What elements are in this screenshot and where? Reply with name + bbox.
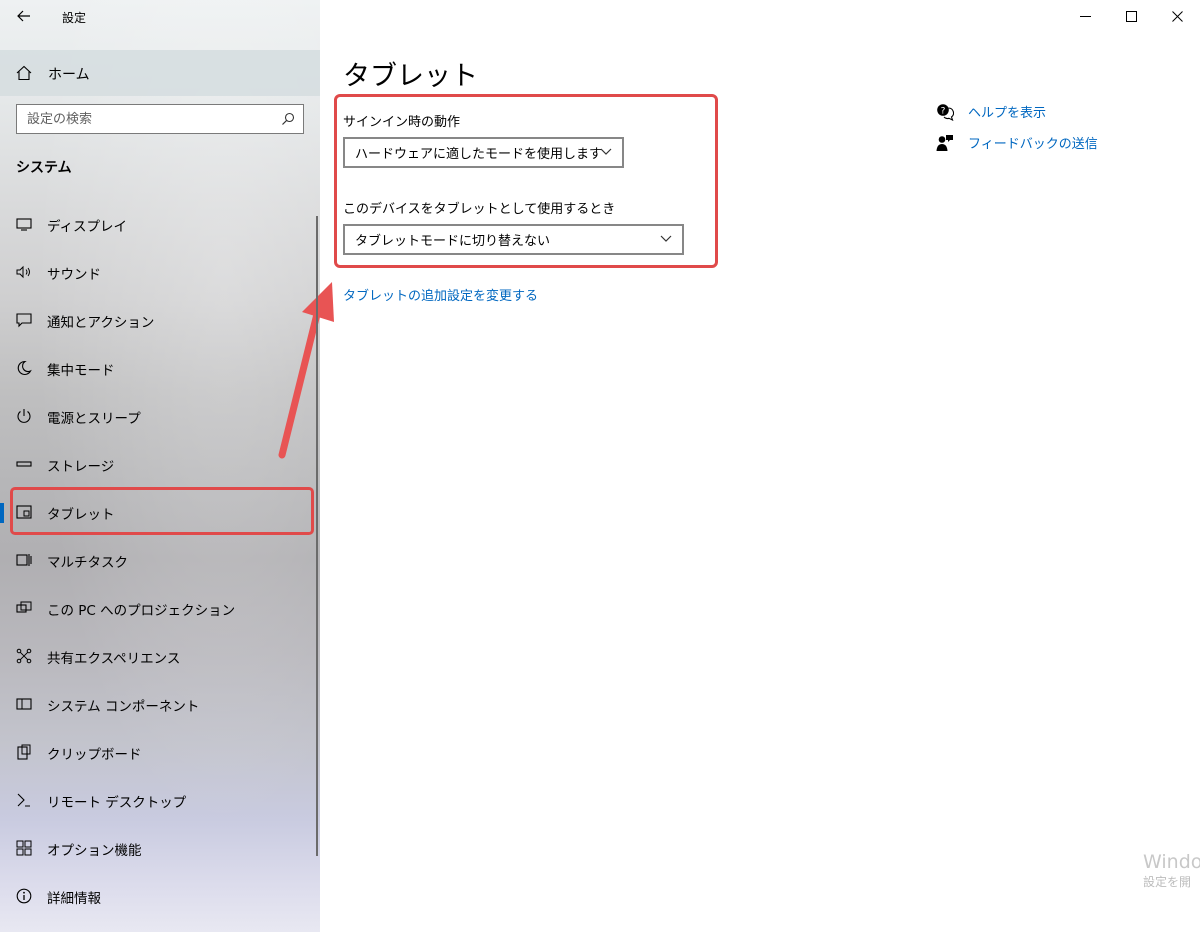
section-label-system: システム [16, 160, 72, 176]
send-feedback-label: フィードバックの送信 [968, 137, 1098, 152]
sidebar-item-optional-features[interactable]: オプション機能 [0, 824, 320, 872]
component-icon [16, 698, 32, 710]
sidebar-item-clipboard[interactable]: クリップボード [0, 728, 320, 776]
sidebar-item-system-components[interactable]: システム コンポーネント [0, 680, 320, 728]
minimize-button[interactable] [1062, 0, 1108, 32]
sidebar-scrollbar[interactable] [316, 216, 318, 856]
sidebar-item-sound[interactable]: サウンド [0, 248, 320, 296]
info-icon [16, 888, 32, 904]
minimize-icon [1079, 15, 1091, 17]
remote-icon [17, 793, 30, 807]
storage-icon [16, 461, 32, 467]
activation-watermark: Windo 設定を開 [1143, 850, 1200, 890]
sidebar: 設定 ホーム システム ディスプレイ サウンド 通知とアクション 集中モード [0, 0, 320, 932]
sidebar-item-remote-desktop[interactable]: リモート デスクトップ [0, 776, 320, 824]
sidebar-item-display[interactable]: ディスプレイ [0, 200, 320, 248]
watermark-line2: 設定を開 [1143, 875, 1192, 889]
app-title: 設定 [62, 11, 87, 25]
multitask-icon [16, 554, 32, 566]
home-icon [16, 65, 32, 81]
sidebar-item-label: 通知とアクション [47, 315, 155, 331]
additional-tablet-settings-link[interactable]: タブレットの追加設定を変更する [343, 285, 538, 304]
sidebar-item-label: ディスプレイ [47, 219, 128, 235]
sidebar-item-projection[interactable]: この PC へのプロジェクション [0, 584, 320, 632]
back-arrow-icon [17, 10, 30, 22]
send-feedback-link[interactable]: フィードバックの送信 [936, 133, 1098, 152]
tablet-item-highlight [10, 487, 314, 535]
sidebar-nav: ディスプレイ サウンド 通知とアクション 集中モード 電源とスリープ ストレージ… [0, 200, 320, 920]
sidebar-item-home[interactable]: ホーム [0, 50, 320, 96]
close-icon [1171, 10, 1183, 22]
moon-icon [17, 360, 32, 375]
sidebar-item-label: リモート デスクトップ [47, 795, 187, 811]
sidebar-item-label: 電源とスリープ [47, 411, 141, 427]
sidebar-item-label: 共有エクスペリエンス [47, 651, 181, 667]
speaker-icon [16, 265, 30, 279]
search-icon[interactable] [281, 112, 295, 126]
notification-icon [16, 313, 32, 328]
clipboard-icon [17, 744, 31, 760]
show-help-label: ヘルプを表示 [968, 106, 1047, 121]
sidebar-item-focus[interactable]: 集中モード [0, 344, 320, 392]
sidebar-item-label: サウンド [47, 267, 101, 283]
feedback-person-icon [936, 134, 953, 151]
sidebar-item-label: 集中モード [47, 363, 115, 379]
power-icon [17, 409, 31, 423]
show-help-link[interactable]: ? ヘルプを表示 [936, 102, 1046, 121]
svg-text:?: ? [941, 106, 946, 116]
home-label: ホーム [48, 67, 90, 83]
sidebar-item-power[interactable]: 電源とスリープ [0, 392, 320, 440]
sidebar-item-notifications[interactable]: 通知とアクション [0, 296, 320, 344]
sidebar-item-label: マルチタスク [47, 555, 128, 571]
help-chat-icon: ? [937, 103, 954, 121]
projection-icon [16, 601, 32, 613]
page-title: タブレット [343, 61, 478, 92]
optional-features-icon [16, 840, 32, 856]
search-input[interactable] [17, 105, 267, 133]
sidebar-item-about[interactable]: 詳細情報 [0, 872, 320, 920]
display-icon [16, 218, 32, 231]
sidebar-item-multitask[interactable]: マルチタスク [0, 536, 320, 584]
close-button[interactable] [1154, 0, 1200, 32]
sidebar-item-label: クリップボード [47, 747, 142, 763]
sidebar-item-storage[interactable]: ストレージ [0, 440, 320, 488]
settings-highlight-box [334, 94, 718, 268]
sidebar-item-shared-experiences[interactable]: 共有エクスペリエンス [0, 632, 320, 680]
sidebar-item-label: オプション機能 [47, 843, 142, 859]
sidebar-item-label: この PC へのプロジェクション [47, 603, 236, 619]
sidebar-item-label: システム コンポーネント [47, 699, 200, 715]
maximize-icon [1125, 10, 1137, 22]
shared-icon [16, 648, 32, 664]
maximize-button[interactable] [1108, 0, 1154, 32]
back-button[interactable] [8, 4, 40, 28]
watermark-line1: Windo [1143, 851, 1200, 873]
search-box[interactable] [16, 104, 304, 134]
window-controls [1062, 0, 1200, 32]
sidebar-item-label: 詳細情報 [47, 891, 101, 907]
sidebar-item-label: ストレージ [47, 459, 115, 475]
title-bar: 設定 [0, 0, 320, 34]
